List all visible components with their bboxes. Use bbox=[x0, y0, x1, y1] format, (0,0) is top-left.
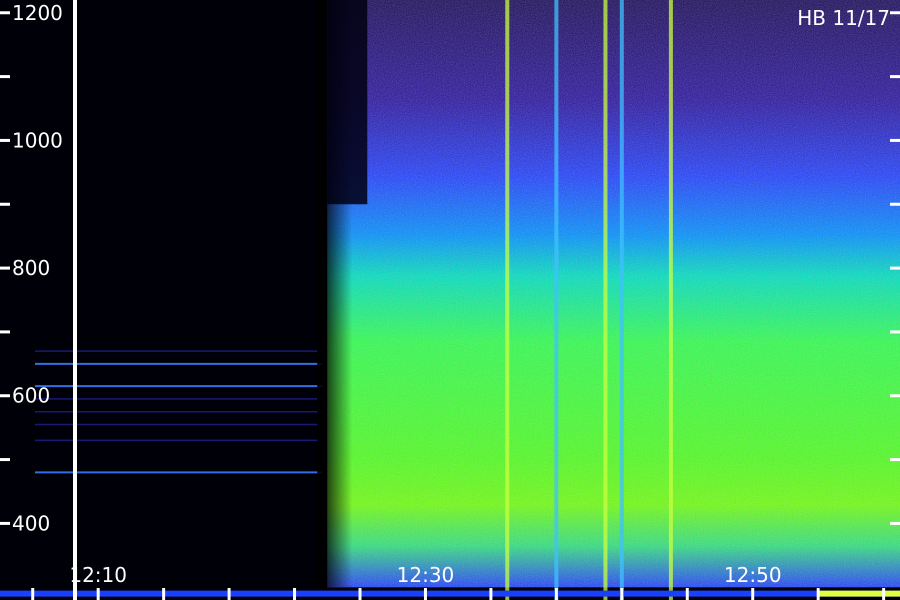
baseline-band-bright bbox=[818, 590, 900, 597]
y-tick-label: 1000 bbox=[12, 128, 63, 152]
baseline-band bbox=[0, 590, 900, 597]
y-tick-label: 800 bbox=[12, 256, 50, 280]
spectrogram-chart: 400 600 800 1000 1200 12:10 12:30 12:50 HB 11/… bbox=[0, 0, 900, 600]
interference-strip bbox=[619, 0, 624, 600]
interference-strip bbox=[505, 0, 510, 600]
active-emission-region bbox=[317, 0, 900, 588]
interference-strip bbox=[603, 0, 608, 600]
x-tick-label: 12:10 bbox=[69, 563, 127, 587]
y-tick-label: 600 bbox=[12, 384, 50, 408]
chart-annotation: HB 11/17 bbox=[797, 6, 890, 30]
baseline-strip bbox=[0, 590, 900, 597]
interference-strip bbox=[668, 0, 673, 600]
interference-strip bbox=[554, 0, 559, 600]
y-tick-label: 1200 bbox=[12, 1, 63, 25]
y-tick-label: 400 bbox=[12, 511, 50, 535]
x-tick-label: 12:30 bbox=[397, 563, 455, 587]
x-tick-label: 12:50 bbox=[724, 563, 782, 587]
active-emission-noise bbox=[327, 0, 900, 588]
onset-upper-dark bbox=[327, 0, 368, 205]
